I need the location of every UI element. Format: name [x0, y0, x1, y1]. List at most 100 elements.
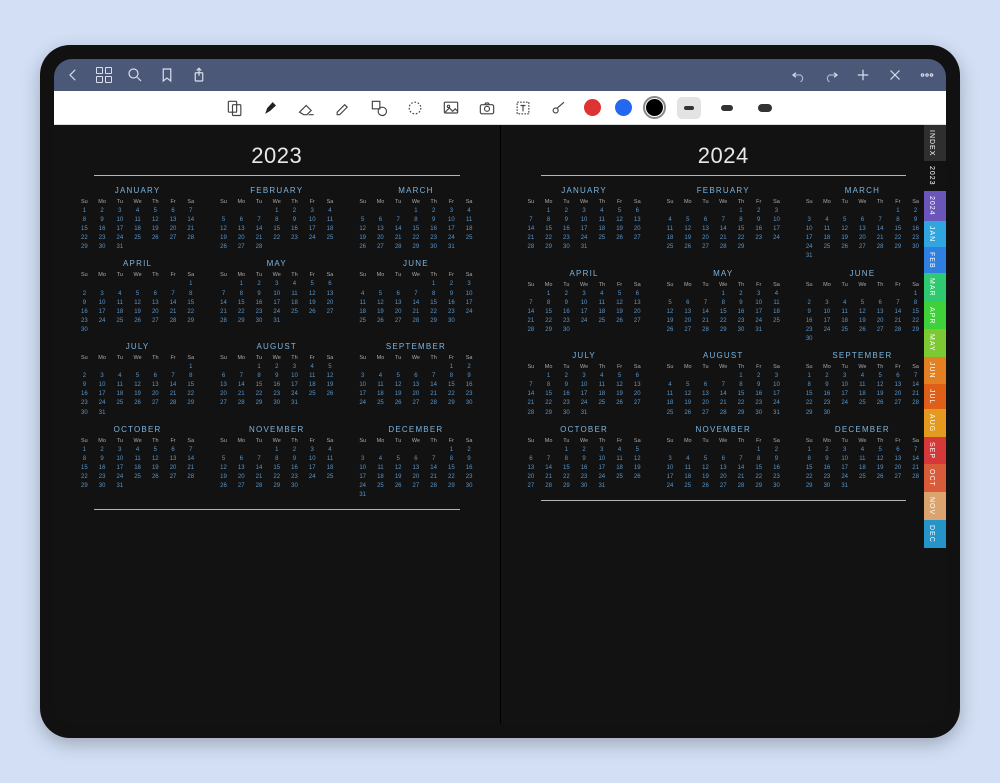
month-september[interactable]: SEPTEMBERSuMoTuWeThFrSa 1234567891011121… — [354, 342, 477, 417]
day-cell[interactable]: 16 — [768, 464, 785, 472]
day-cell[interactable]: 19 — [129, 308, 146, 316]
share-icon[interactable] — [190, 66, 208, 84]
stroke-size-small[interactable] — [677, 97, 701, 119]
day-cell[interactable]: 15 — [76, 464, 93, 472]
day-cell[interactable]: 2 — [425, 207, 442, 215]
day-cell[interactable]: 16 — [461, 381, 478, 389]
day-cell[interactable]: 2 — [768, 446, 785, 454]
day-cell[interactable]: 8 — [540, 216, 557, 224]
month-august[interactable]: AUGUSTSuMoTuWeThFrSa 1234567891011121314… — [215, 342, 338, 417]
day-cell[interactable]: 23 — [819, 399, 836, 407]
day-cell[interactable]: 17 — [801, 234, 818, 242]
day-cell[interactable]: 20 — [890, 390, 907, 398]
day-cell[interactable]: 6 — [233, 216, 250, 224]
day-cell[interactable]: 16 — [819, 390, 836, 398]
day-cell[interactable]: 10 — [443, 216, 460, 224]
day-cell[interactable]: 19 — [872, 390, 889, 398]
day-cell[interactable]: 6 — [372, 216, 389, 224]
day-cell[interactable]: 8 — [907, 299, 924, 307]
day-cell[interactable]: 28 — [733, 482, 750, 490]
day-cell[interactable]: 30 — [801, 335, 818, 343]
day-cell[interactable]: 6 — [233, 455, 250, 463]
day-cell[interactable]: 30 — [733, 326, 750, 334]
day-cell[interactable]: 4 — [662, 381, 679, 389]
day-cell[interactable]: 15 — [408, 225, 425, 233]
day-cell[interactable]: 26 — [872, 473, 889, 481]
day-cell[interactable]: 19 — [215, 234, 232, 242]
month-march[interactable]: MARCHSuMoTuWeThFrSa 12345678910111213141… — [801, 186, 924, 261]
day-cell[interactable]: 2 — [94, 207, 111, 215]
day-cell[interactable]: 13 — [697, 390, 714, 398]
day-cell[interactable]: 1 — [408, 207, 425, 215]
day-cell[interactable]: 5 — [390, 455, 407, 463]
day-cell[interactable]: 18 — [836, 317, 853, 325]
day-cell[interactable]: 22 — [540, 234, 557, 242]
day-cell[interactable]: 17 — [836, 464, 853, 472]
day-cell[interactable]: 17 — [662, 473, 679, 481]
day-cell[interactable]: 15 — [182, 299, 199, 307]
day-cell[interactable]: 24 — [801, 243, 818, 251]
day-cell[interactable]: 3 — [768, 207, 785, 215]
day-cell[interactable]: 14 — [425, 464, 442, 472]
month-july[interactable]: JULYSuMoTuWeThFrSa 123456789101112131415… — [76, 342, 199, 417]
day-cell[interactable]: 15 — [540, 225, 557, 233]
day-cell[interactable]: 11 — [129, 216, 146, 224]
day-cell[interactable]: 23 — [286, 234, 303, 242]
day-cell[interactable]: 13 — [679, 308, 696, 316]
day-cell[interactable]: 31 — [111, 482, 128, 490]
lasso-icon[interactable] — [404, 97, 426, 119]
day-cell[interactable]: 24 — [354, 399, 371, 407]
day-cell[interactable]: 4 — [111, 372, 128, 380]
day-cell[interactable]: 5 — [147, 446, 164, 454]
month-february[interactable]: FEBRUARYSuMoTuWeThFrSa 12345678910111213… — [662, 186, 785, 261]
day-cell[interactable]: 4 — [111, 290, 128, 298]
day-cell[interactable]: 28 — [390, 243, 407, 251]
day-cell[interactable]: 9 — [733, 299, 750, 307]
day-cell[interactable]: 19 — [304, 299, 321, 307]
day-cell[interactable]: 23 — [268, 390, 285, 398]
day-cell[interactable]: 3 — [750, 290, 767, 298]
day-cell[interactable]: 10 — [354, 381, 371, 389]
day-cell[interactable]: 5 — [611, 207, 628, 215]
day-cell[interactable]: 15 — [268, 464, 285, 472]
day-cell[interactable]: 28 — [165, 317, 182, 325]
day-cell[interactable]: 12 — [215, 464, 232, 472]
day-cell[interactable]: 17 — [268, 299, 285, 307]
day-cell[interactable]: 24 — [461, 308, 478, 316]
day-cell[interactable]: 5 — [629, 446, 646, 454]
day-cell[interactable]: 2 — [750, 207, 767, 215]
day-cell[interactable]: 5 — [372, 290, 389, 298]
day-cell[interactable]: 1 — [268, 446, 285, 454]
shape-icon[interactable] — [368, 97, 390, 119]
day-cell[interactable]: 12 — [679, 390, 696, 398]
day-cell[interactable]: 20 — [372, 234, 389, 242]
day-cell[interactable]: 6 — [629, 290, 646, 298]
day-cell[interactable]: 8 — [408, 216, 425, 224]
undo-icon[interactable] — [790, 66, 808, 84]
day-cell[interactable]: 7 — [165, 290, 182, 298]
day-cell[interactable]: 2 — [94, 446, 111, 454]
day-cell[interactable]: 30 — [94, 243, 111, 251]
day-cell[interactable]: 22 — [540, 399, 557, 407]
day-cell[interactable]: 3 — [819, 299, 836, 307]
day-cell[interactable]: 8 — [558, 455, 575, 463]
day-cell[interactable]: 4 — [836, 299, 853, 307]
day-cell[interactable]: 20 — [165, 464, 182, 472]
day-cell[interactable]: 27 — [697, 243, 714, 251]
day-cell[interactable]: 7 — [540, 455, 557, 463]
day-cell[interactable]: 1 — [907, 290, 924, 298]
day-cell[interactable]: 31 — [576, 409, 593, 417]
day-cell[interactable]: 3 — [593, 446, 610, 454]
day-cell[interactable]: 26 — [611, 234, 628, 242]
day-cell[interactable]: 14 — [251, 225, 268, 233]
day-cell[interactable]: 24 — [304, 473, 321, 481]
day-cell[interactable]: 20 — [215, 390, 232, 398]
tab-feb[interactable]: FEB — [924, 247, 946, 274]
day-cell[interactable]: 23 — [733, 317, 750, 325]
day-cell[interactable]: 18 — [611, 464, 628, 472]
day-cell[interactable]: 9 — [461, 455, 478, 463]
day-cell[interactable]: 30 — [750, 409, 767, 417]
day-cell[interactable]: 6 — [697, 381, 714, 389]
day-cell[interactable]: 4 — [854, 446, 871, 454]
day-cell[interactable]: 17 — [576, 308, 593, 316]
